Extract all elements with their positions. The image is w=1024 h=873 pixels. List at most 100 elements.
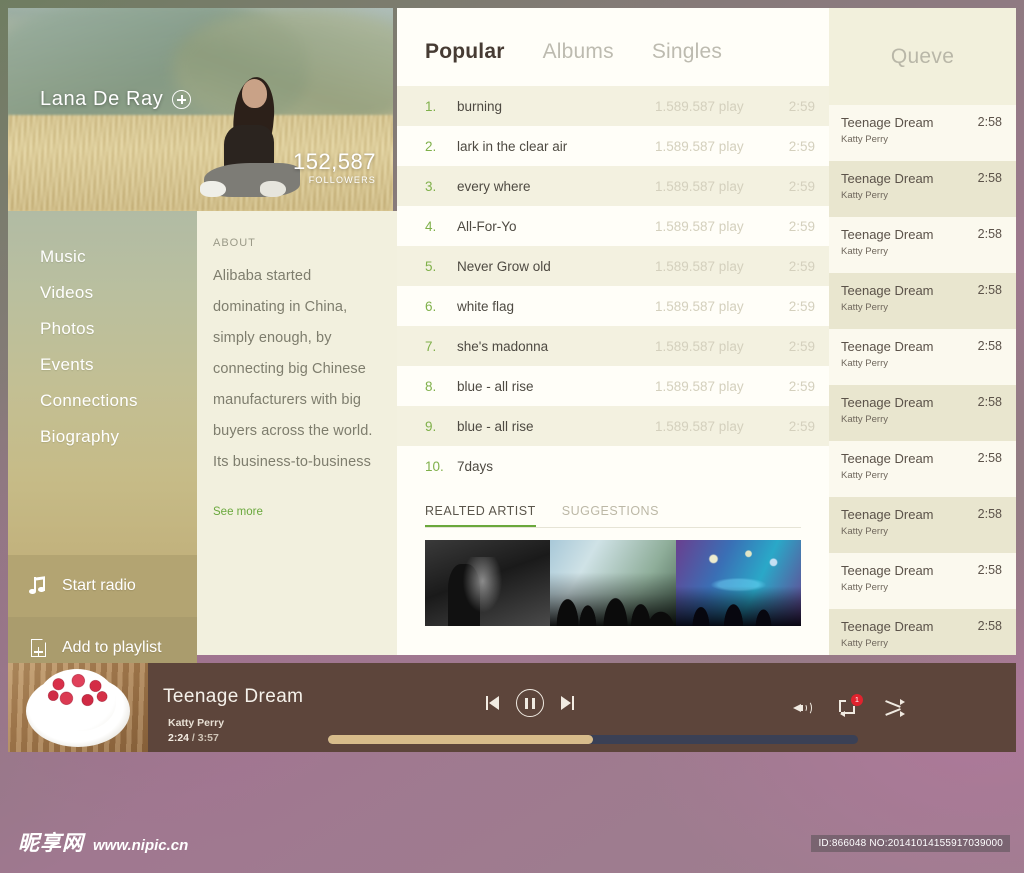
queue-list: Teenage Dream Katty Perry 2:58 Teenage Drea… <box>829 105 1016 655</box>
queue-item-duration: 2:58 <box>977 395 1002 409</box>
track-row[interactable]: 10. 7days <box>397 446 829 486</box>
queue-item-duration: 2:58 <box>977 171 1002 185</box>
tab-albums[interactable]: Albums <box>543 40 614 64</box>
track-play-count: 1.589.587 play <box>655 298 744 314</box>
image-id-badge: ID:866048 NO:20141014155917039000 <box>811 835 1010 852</box>
now-playing-time: 2:24 / 3:57 <box>168 732 224 744</box>
queue-item[interactable]: Teenage Dream Katty Perry 2:58 <box>829 441 1016 497</box>
track-row[interactable]: 7. she's madonna 1.589.587 play 2:59 <box>397 326 829 366</box>
sidebar-item-photos[interactable]: Photos <box>40 311 197 347</box>
track-list: 1. burning 1.589.587 play 2:59 2. lark in the… <box>397 86 829 486</box>
queue-item[interactable]: Teenage Dream Katty Perry 2:58 <box>829 553 1016 609</box>
track-row[interactable]: 4. All-For-Yo 1.589.587 play 2:59 <box>397 206 829 246</box>
queue-item-artist: Katty Perry <box>841 358 888 369</box>
volume-icon <box>793 700 813 716</box>
repeat-button[interactable]: 1 <box>839 694 863 717</box>
playback-controls <box>486 689 574 717</box>
track-row[interactable]: 9. blue - all rise 1.589.587 play 2:59 <box>397 406 829 446</box>
queue-item[interactable]: Teenage Dream Katty Perry 2:58 <box>829 273 1016 329</box>
track-title: burning <box>457 98 503 114</box>
related-tabs: REALTED ARTIST SUGGESTIONS <box>425 504 801 528</box>
queue-item[interactable]: Teenage Dream Katty Perry 2:58 <box>829 385 1016 441</box>
track-row[interactable]: 5. Never Grow old 1.589.587 play 2:59 <box>397 246 829 286</box>
repeat-count-badge: 1 <box>851 694 863 706</box>
track-duration: 2:59 <box>788 178 815 194</box>
sidebar-item-biography[interactable]: Biography <box>40 419 197 455</box>
artist-hero-banner: Lana De Ray 152,587 FOLLOWERS <box>8 8 393 211</box>
track-duration: 2:59 <box>788 218 815 234</box>
track-play-count: 1.589.587 play <box>655 178 744 194</box>
track-row[interactable]: 8. blue - all rise 1.589.587 play 2:59 <box>397 366 829 406</box>
queue-item[interactable]: Teenage Dream Katty Perry 2:58 <box>829 217 1016 273</box>
current-time: 2:24 <box>168 732 190 744</box>
tab-related-artist[interactable]: REALTED ARTIST <box>425 504 536 527</box>
sidebar-item-videos[interactable]: Videos <box>40 275 197 311</box>
see-more-link[interactable]: See more <box>213 506 377 518</box>
track-duration: 2:59 <box>788 418 815 434</box>
followers-label: FOLLOWERS <box>308 175 376 185</box>
shuffle-button[interactable] <box>884 698 905 717</box>
concert-bw-thumbnail[interactable] <box>425 540 551 626</box>
secondary-controls: 1 <box>793 694 905 717</box>
next-button[interactable] <box>561 696 574 710</box>
queue-item[interactable]: Teenage Dream Katty Perry 2:58 <box>829 161 1016 217</box>
queue-item-artist: Katty Perry <box>841 582 888 593</box>
queue-panel: Queve Teenage Dream Katty Perry 2:58 Teenag… <box>829 8 1016 655</box>
queue-title: Queve <box>829 8 1016 105</box>
queue-item-artist: Katty Perry <box>841 638 888 649</box>
sidebar-item-connections[interactable]: Connections <box>40 383 197 419</box>
tab-popular[interactable]: Popular <box>425 40 505 64</box>
volume-button[interactable] <box>793 700 813 716</box>
page-plus-icon <box>28 637 50 659</box>
time-separator: / <box>189 732 198 744</box>
track-duration: 2:59 <box>788 98 815 114</box>
now-playing-title: Teenage Dream <box>163 686 304 707</box>
queue-item-artist: Katty Perry <box>841 302 888 313</box>
album-art[interactable] <box>8 663 148 752</box>
queue-item[interactable]: Teenage Dream Katty Perry 2:58 <box>829 609 1016 655</box>
track-number: 9. <box>425 418 437 434</box>
shuffle-icon <box>884 698 905 717</box>
queue-item-duration: 2:58 <box>977 283 1002 297</box>
track-title: Never Grow old <box>457 258 551 274</box>
track-row[interactable]: 3. every where 1.589.587 play 2:59 <box>397 166 829 206</box>
track-duration: 2:59 <box>788 298 815 314</box>
queue-item-duration: 2:58 <box>977 115 1002 129</box>
track-play-count: 1.589.587 play <box>655 98 744 114</box>
pause-button[interactable] <box>516 689 544 717</box>
queue-item[interactable]: Teenage Dream Katty Perry 2:58 <box>829 497 1016 553</box>
queue-item-artist: Katty Perry <box>841 526 888 537</box>
track-duration: 2:59 <box>788 338 815 354</box>
track-row[interactable]: 2. lark in the clear air 1.589.587 play 2:5… <box>397 126 829 166</box>
followers-count: 152,587 <box>292 149 376 174</box>
queue-item[interactable]: Teenage Dream Katty Perry 2:58 <box>829 105 1016 161</box>
track-duration: 2:59 <box>788 378 815 394</box>
tab-singles[interactable]: Singles <box>652 40 722 64</box>
followers-stat: 152,587 FOLLOWERS <box>292 149 376 186</box>
crowd-hands-thumbnail[interactable] <box>550 540 676 626</box>
sidebar-item-events[interactable]: Events <box>40 347 197 383</box>
start-radio-button[interactable]: Start radio <box>8 555 197 617</box>
track-play-count: 1.589.587 play <box>655 378 744 394</box>
track-number: 8. <box>425 378 437 394</box>
progress-bar-track[interactable] <box>328 735 858 744</box>
watermark-site-name: 昵享网 <box>18 831 84 855</box>
previous-button[interactable] <box>486 696 499 710</box>
add-to-playlist-label: Add to playlist <box>62 639 162 656</box>
skip-next-icon <box>561 696 574 710</box>
watermark-url: www.nipic.cn <box>93 837 189 854</box>
track-title: lark in the clear air <box>457 138 568 154</box>
track-row[interactable]: 1. burning 1.589.587 play 2:59 <box>397 86 829 126</box>
track-row[interactable]: 6. white flag 1.589.587 play 2:59 <box>397 286 829 326</box>
stage-lights-thumbnail[interactable] <box>675 540 801 626</box>
track-play-count: 1.589.587 play <box>655 338 744 354</box>
plus-circle-icon[interactable] <box>172 90 192 109</box>
sidebar-item-music[interactable]: Music <box>40 239 197 275</box>
about-body-text: Alibaba started dominating in China, sim… <box>213 268 373 470</box>
watermark: 昵享网 www.nipic.cn <box>18 827 188 857</box>
track-title: every where <box>457 178 531 194</box>
tab-suggestions[interactable]: SUGGESTIONS <box>562 504 659 527</box>
artist-name-text: Lana De Ray <box>40 88 164 110</box>
queue-item[interactable]: Teenage Dream Katty Perry 2:58 <box>829 329 1016 385</box>
hero-woman-figure <box>198 75 308 205</box>
